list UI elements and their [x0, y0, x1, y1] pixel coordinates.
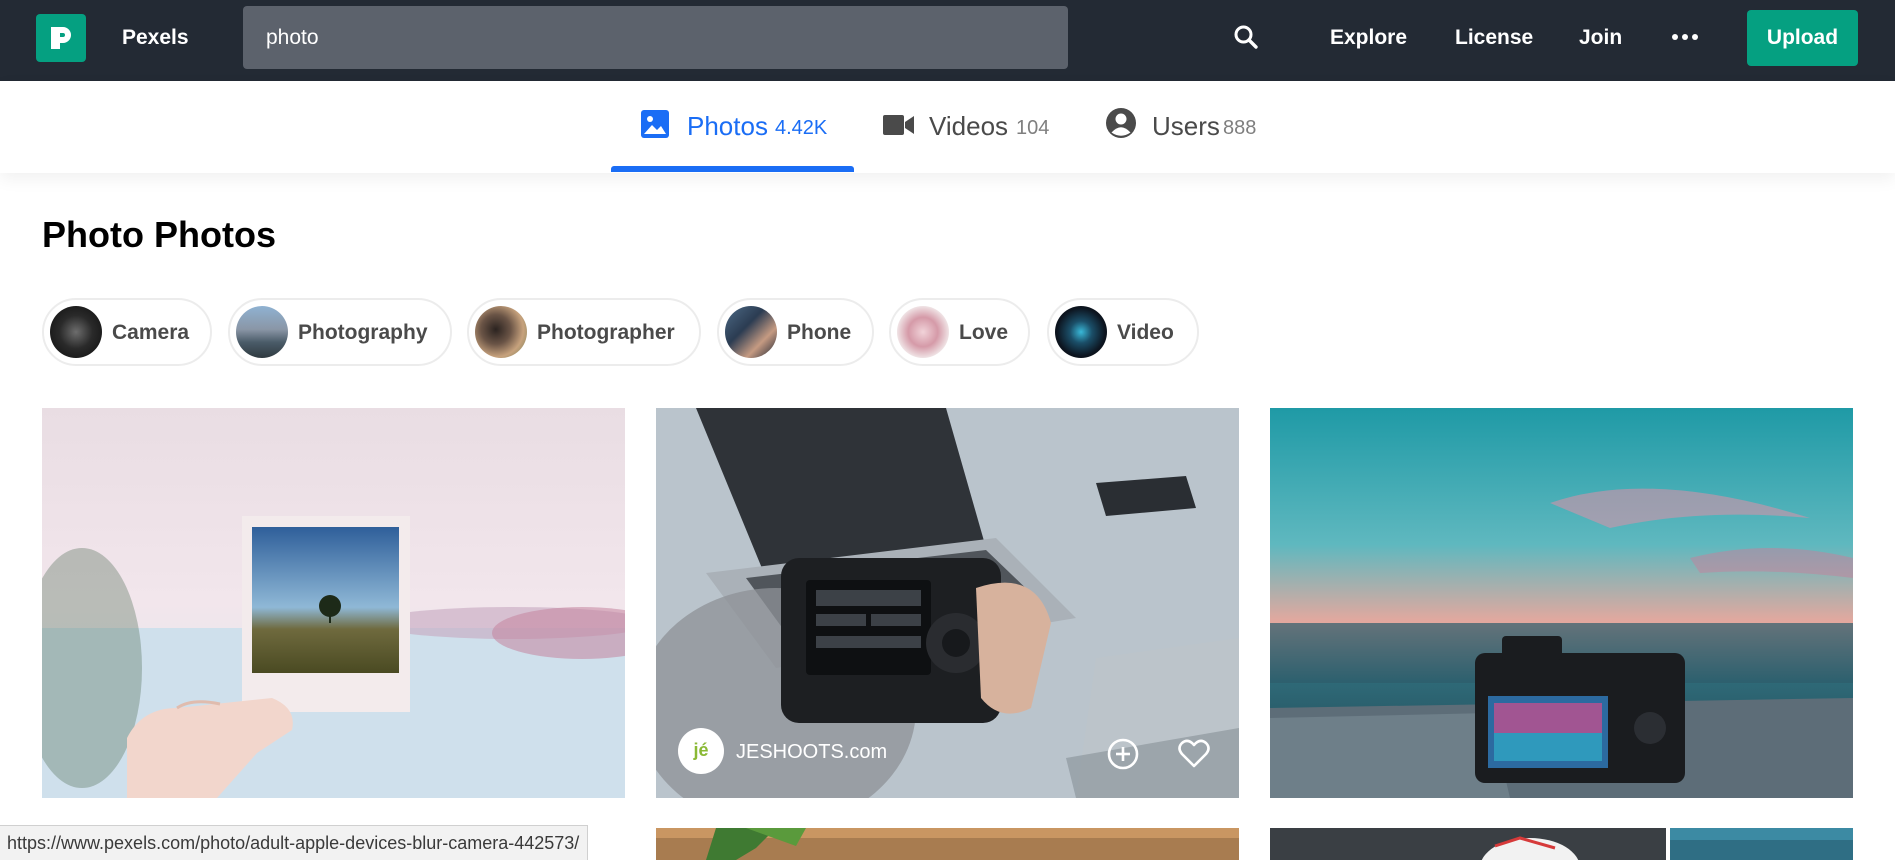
- top-navigation-bar: Pexels Explore License Join Upload: [0, 0, 1895, 81]
- photo-card[interactable]: [42, 408, 625, 798]
- related-chip-photography[interactable]: Photography: [228, 298, 452, 366]
- chip-thumbnail: [236, 306, 288, 358]
- chip-label: Phone: [787, 321, 852, 344]
- photographer-avatar: jé: [678, 728, 724, 774]
- photo-card[interactable]: [1670, 828, 1853, 860]
- chip-thumbnail: [50, 306, 102, 358]
- related-chip-love[interactable]: Love: [889, 298, 1030, 366]
- photo-card[interactable]: [656, 828, 1239, 860]
- related-chip-phone[interactable]: Phone: [717, 298, 874, 366]
- tab-users-count: 888: [1223, 117, 1257, 139]
- photo-image: [656, 828, 1239, 860]
- jeshoots-logo-icon: jé: [679, 729, 723, 773]
- add-to-collection-button[interactable]: [1105, 736, 1141, 772]
- nav-explore-link[interactable]: Explore: [1330, 26, 1407, 50]
- nav-license-link[interactable]: License: [1455, 26, 1533, 50]
- search-button[interactable]: [1233, 24, 1281, 56]
- chip-thumbnail: [725, 306, 777, 358]
- active-tab-indicator: [611, 166, 854, 172]
- nav-join-link[interactable]: Join: [1579, 26, 1622, 50]
- heart-icon: [1178, 739, 1210, 768]
- tab-users-label: Users: [1152, 111, 1220, 141]
- plus-circle-icon: [1107, 738, 1139, 770]
- brand-name[interactable]: Pexels: [122, 26, 189, 50]
- photographer-name: JESHOOTS.com: [736, 741, 888, 763]
- tab-videos-label: Videos: [929, 111, 1009, 141]
- search-bar: [243, 6, 1258, 69]
- user-circle-icon: [1106, 108, 1136, 138]
- photo-card[interactable]: [1270, 408, 1853, 798]
- tab-photos[interactable]: Photos 4.42K: [640, 81, 840, 173]
- browser-status-bar: https://www.pexels.com/photo/adult-apple…: [0, 825, 589, 860]
- chip-thumbnail: [897, 306, 949, 358]
- tab-photos-count: 4.42K: [775, 117, 828, 139]
- photo-image: [1670, 828, 1853, 860]
- tab-videos[interactable]: Videos 104: [883, 81, 1058, 173]
- image-icon: [641, 110, 669, 138]
- pexels-logo-icon: [51, 27, 71, 49]
- upload-button[interactable]: Upload: [1747, 10, 1858, 66]
- page-title: Photo Photos: [42, 214, 276, 255]
- photo-image: [42, 408, 625, 798]
- photo-image: [656, 408, 1239, 798]
- photo-card-hovered[interactable]: jé JESHOOTS.com: [656, 408, 1239, 798]
- tab-photos-label: Photos: [687, 111, 768, 141]
- related-chip-photographer[interactable]: Photographer: [467, 298, 701, 366]
- related-chip-video[interactable]: Video: [1047, 298, 1199, 366]
- media-type-tabs: Photos 4.42K Videos 104 Users 888: [0, 81, 1895, 173]
- chip-thumbnail: [1055, 306, 1107, 358]
- tab-videos-count: 104: [1016, 117, 1050, 139]
- tab-users[interactable]: Users 888: [1105, 81, 1275, 173]
- svg-text:jé: jé: [692, 740, 708, 760]
- chip-label: Photographer: [537, 321, 675, 344]
- more-dots-icon: [1672, 34, 1698, 40]
- photo-image: [1270, 408, 1853, 798]
- more-menu-button[interactable]: [1668, 22, 1704, 52]
- pexels-logo[interactable]: [36, 14, 86, 62]
- search-icon: [1234, 25, 1258, 49]
- chip-label: Video: [1117, 321, 1174, 344]
- related-chip-camera[interactable]: Camera: [42, 298, 212, 366]
- search-input[interactable]: [243, 6, 1003, 69]
- chip-thumbnail: [475, 306, 527, 358]
- pexels-search-page: Pexels Explore License Join Upload: [0, 0, 1895, 860]
- chip-label: Camera: [112, 321, 190, 344]
- chip-label: Love: [959, 321, 1009, 344]
- like-button[interactable]: [1176, 736, 1212, 772]
- photo-card[interactable]: [1270, 828, 1666, 860]
- video-camera-icon: [883, 115, 914, 135]
- chip-label: Photography: [298, 321, 428, 344]
- photo-image: [1270, 828, 1666, 860]
